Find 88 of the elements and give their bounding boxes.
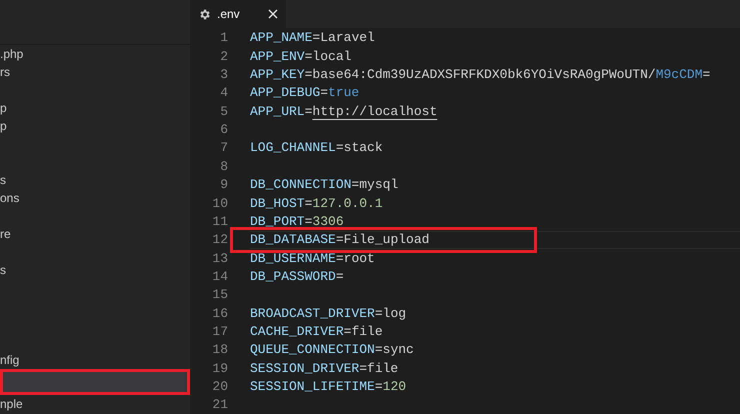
equals-sign: =: [336, 268, 344, 286]
equals-sign: =: [359, 360, 368, 378]
line-number: 12: [211, 231, 228, 250]
equals-sign: =: [702, 66, 710, 84]
file-tree-item[interactable]: s: [0, 171, 190, 189]
tab-label: .env: [217, 6, 240, 23]
file-tree-item[interactable]: nple: [0, 395, 190, 413]
file-tree-item[interactable]: ons: [0, 189, 190, 207]
line-number: 2: [219, 48, 228, 66]
line-number: 16: [211, 304, 228, 323]
equals-sign: =: [374, 341, 383, 360]
keyword-value: M9cCDM: [656, 66, 702, 84]
line-number: 1: [219, 29, 228, 48]
close-icon[interactable]: [268, 9, 278, 19]
env-key: QUEUE_CONNECTION: [250, 340, 375, 360]
line-number: 13: [211, 250, 228, 268]
file-tree-item[interactable]: p: [0, 99, 190, 117]
equals-sign: =: [336, 250, 344, 268]
file-tree-item[interactable]: nfig: [0, 351, 190, 369]
equals-sign: =: [304, 66, 312, 84]
number-value: 3306: [312, 212, 344, 231]
env-value: file: [367, 360, 398, 378]
line-number: 4: [219, 84, 228, 102]
env-key: SESSION_LIFETIME: [250, 376, 375, 396]
env-key: DB_PASSWORD: [250, 266, 336, 286]
env-key: APP_ENV: [250, 46, 305, 66]
file-tree-item[interactable]: s: [0, 261, 190, 279]
env-value: local: [312, 48, 352, 66]
line-number: 20: [211, 378, 228, 396]
env-key: APP_KEY: [250, 65, 305, 85]
equals-sign: =: [304, 48, 312, 66]
line-number: 6: [219, 121, 228, 140]
line-number: 21: [211, 396, 228, 414]
line-number: 18: [211, 341, 228, 360]
equals-sign: =: [304, 212, 312, 231]
line-number: 19: [211, 360, 228, 378]
file-tree-item[interactable]: .php: [0, 45, 190, 63]
file-tree-item[interactable]: [0, 369, 190, 395]
env-value: log: [382, 304, 406, 323]
line-number: 15: [211, 286, 228, 304]
url-link[interactable]: http://localhost: [312, 102, 438, 122]
number-value: 120: [382, 378, 406, 396]
equals-sign: =: [351, 176, 360, 194]
env-key: LOG_CHANNEL: [250, 138, 336, 158]
equals-sign: =: [344, 322, 352, 341]
env-key: BROADCAST_DRIVER: [250, 304, 375, 324]
equals-sign: =: [374, 378, 383, 396]
env-key: DB_USERNAME: [250, 248, 336, 268]
env-value: stack: [344, 139, 383, 158]
env-key: DB_DATABASE: [250, 230, 336, 250]
env-value: root: [344, 250, 375, 268]
env-key: DB_PORT: [250, 212, 305, 232]
env-key: SESSION_DRIVER: [250, 358, 360, 378]
line-number: 3: [219, 66, 228, 84]
env-value: base64:Cdm39UzADXSFRFKDX0bk6YOiVsRA0gPWoUTN/: [312, 66, 656, 84]
env-value: sync: [382, 341, 414, 360]
line-number: 8: [219, 158, 228, 176]
editor-tab[interactable]: .env: [190, 0, 286, 28]
env-key: CACHE_DRIVER: [250, 322, 344, 342]
equals-sign: =: [336, 231, 344, 250]
env-value: File_upload: [344, 231, 430, 250]
line-number: 5: [219, 102, 228, 121]
equals-sign: =: [312, 29, 320, 48]
env-value: Laravel: [320, 29, 375, 48]
line-number: 7: [219, 139, 228, 158]
file-tree-item[interactable]: re: [0, 225, 190, 243]
env-key: DB_CONNECTION: [250, 175, 352, 195]
equals-sign: =: [304, 102, 312, 121]
env-value: file: [351, 322, 383, 341]
gear-icon: [198, 8, 211, 20]
env-value: mysql: [359, 176, 398, 194]
equals-sign: =: [374, 304, 383, 323]
line-number: 11: [211, 212, 228, 231]
file-tree-item[interactable]: p: [0, 117, 190, 135]
line-number: 14: [211, 268, 228, 286]
line-number: 10: [211, 194, 228, 213]
keyword-value: true: [328, 84, 360, 102]
env-key: APP_DEBUG: [250, 83, 320, 103]
equals-sign: =: [304, 194, 312, 213]
equals-sign: =: [336, 139, 344, 158]
env-key: APP_URL: [250, 102, 305, 122]
env-key: DB_HOST: [250, 194, 305, 214]
file-tree-item[interactable]: rs: [0, 63, 190, 81]
equals-sign: =: [320, 84, 328, 102]
env-key: APP_NAME: [250, 28, 312, 48]
line-number: 9: [219, 176, 228, 194]
number-value: 127.0.0.1: [312, 194, 383, 213]
line-number: 17: [211, 322, 228, 341]
